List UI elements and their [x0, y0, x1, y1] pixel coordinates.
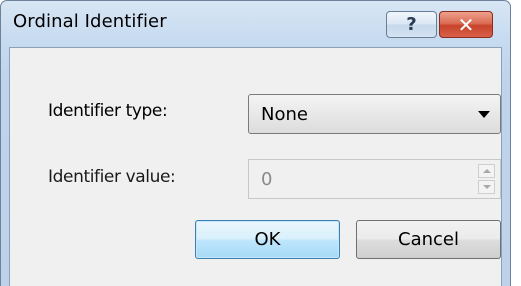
cancel-button[interactable]: Cancel [356, 220, 501, 259]
question-mark-icon: ? [406, 14, 417, 35]
ok-button-label: OK [254, 229, 281, 250]
identifier-type-dropdown[interactable]: None [248, 94, 501, 134]
close-icon: ✕ [457, 12, 475, 37]
window-title: Ordinal Identifier [13, 11, 167, 32]
chevron-down-icon [478, 111, 490, 118]
cancel-button-label: Cancel [398, 229, 459, 250]
identifier-value-label: Identifier value: [48, 167, 176, 187]
spin-up-button [478, 164, 495, 178]
ok-button[interactable]: OK [195, 220, 340, 259]
arrow-down-icon [482, 185, 491, 189]
close-button[interactable]: ✕ [439, 11, 493, 38]
arrow-up-icon [482, 169, 491, 173]
identifier-type-label: Identifier type: [48, 101, 168, 121]
spin-down-button [478, 180, 495, 194]
identifier-value-field: 0 [261, 169, 273, 190]
dialog-window: Ordinal Identifier ? ✕ Identifier type: … [0, 0, 511, 286]
identifier-type-selected-value: None [261, 104, 308, 125]
title-bar[interactable]: Ordinal Identifier ? ✕ [1, 1, 510, 47]
dialog-body: Identifier type: None Identifier value: … [9, 47, 502, 286]
identifier-value-spinbox: 0 [248, 159, 501, 199]
help-button[interactable]: ? [386, 11, 437, 38]
